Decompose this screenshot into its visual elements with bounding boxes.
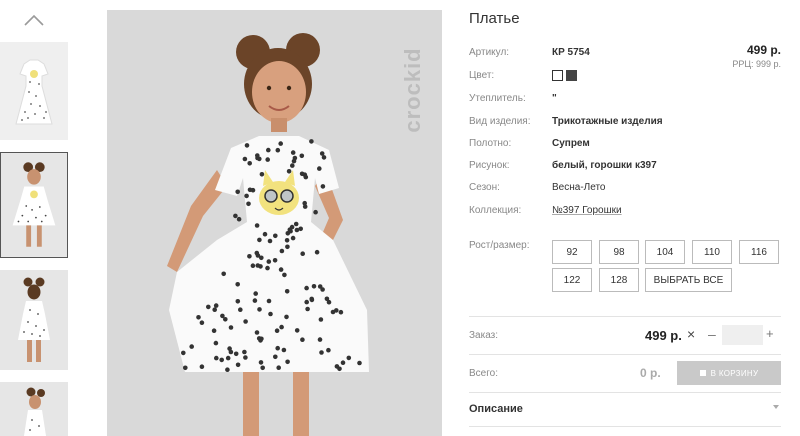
spec-label: Рисунок: — [469, 160, 510, 171]
spec-label: Цвет: — [469, 70, 495, 81]
spec-value: белый, горошки к397 — [552, 160, 657, 171]
spec-label: Артикул: — [469, 47, 510, 58]
thumbnail-girl-back[interactable] — [0, 270, 68, 370]
product-details: Платье 499 р. РРЦ: 999 р. Артикул: КР 57… — [469, 0, 783, 436]
spec-value: КР 5754 — [552, 47, 590, 58]
size-option-122[interactable]: 122 — [552, 268, 592, 292]
spec-label: Полотно: — [469, 138, 512, 149]
spec-row-season: Сезон: Весна-Лето — [469, 182, 729, 196]
add-to-cart-button[interactable]: В КОРЗИНУ — [677, 361, 781, 385]
divider — [469, 426, 781, 427]
color-swatch-dark[interactable] — [566, 70, 577, 81]
thumbnail-flat-dress[interactable] — [0, 42, 68, 140]
divider — [469, 354, 781, 355]
size-option-116[interactable]: 116 — [739, 240, 779, 264]
size-option-104[interactable]: 104 — [645, 240, 685, 264]
thumbnail-girl-side[interactable] — [0, 382, 68, 436]
spec-row-insulation: Утеплитель: " — [469, 93, 729, 107]
total-value: 0 р. — [640, 366, 661, 380]
spec-value: Весна-Лето — [552, 182, 606, 193]
cart-icon — [699, 370, 706, 376]
spec-label: Сезон: — [469, 182, 500, 193]
add-to-cart-label: В КОРЗИНУ — [710, 368, 759, 378]
thumbnail-girl-front[interactable] — [0, 152, 68, 258]
quantity-decrement-button[interactable]: – — [708, 326, 716, 342]
collection-link[interactable]: №397 Горошки — [552, 205, 622, 216]
spec-label: Коллекция: — [469, 205, 522, 216]
divider — [469, 316, 781, 317]
spec-label: Утеплитель: — [469, 93, 526, 104]
size-option-110[interactable]: 110 — [692, 240, 732, 264]
spec-row-article: Артикул: КР 5754 — [469, 47, 729, 61]
size-option-92[interactable]: 92 — [552, 240, 592, 264]
size-label: Рост/размер: — [469, 240, 530, 251]
caret-down-icon[interactable] — [773, 405, 779, 409]
size-option-98[interactable]: 98 — [599, 240, 639, 264]
select-all-sizes-button[interactable]: ВЫБРАТЬ ВСЕ — [645, 268, 732, 292]
description-toggle[interactable]: Описание — [469, 403, 523, 415]
thumbnail-column — [0, 0, 72, 436]
product-price: 499 р. — [746, 43, 781, 57]
spec-value: Супрем — [552, 138, 590, 149]
quantity-input[interactable] — [722, 325, 763, 345]
product-rrp: РРЦ: 999 р. — [732, 59, 781, 69]
brand-logo-text: crockid — [400, 47, 425, 133]
product-main-image[interactable]: crockid — [107, 10, 442, 436]
order-price: 499 р. — [645, 328, 682, 343]
spec-value: " — [552, 93, 557, 104]
girl-in-polka-dot-dress-illustration — [107, 10, 442, 436]
remove-order-icon[interactable]: × — [687, 326, 695, 342]
spec-row-collection: Коллекция: №397 Горошки — [469, 205, 729, 219]
product-title: Платье — [469, 10, 520, 27]
spec-value: Трикотажные изделия — [552, 116, 663, 127]
spec-label: Вид изделия: — [469, 116, 531, 127]
quantity-increment-button[interactable]: + — [766, 326, 774, 341]
order-label: Заказ: — [469, 330, 499, 341]
size-option-128[interactable]: 128 — [599, 268, 639, 292]
brand-logo-vertical: crockid — [398, 30, 428, 150]
spec-row-type: Вид изделия: Трикотажные изделия — [469, 116, 729, 130]
spec-row-color: Цвет: — [469, 70, 729, 84]
spec-row-fabric: Полотно: Супрем — [469, 138, 729, 152]
color-swatch-white[interactable] — [552, 70, 563, 81]
chevron-up-icon[interactable] — [24, 14, 44, 26]
divider — [469, 392, 781, 393]
spec-row-pattern: Рисунок: белый, горошки к397 — [469, 160, 729, 174]
total-label: Всего: — [469, 368, 498, 379]
